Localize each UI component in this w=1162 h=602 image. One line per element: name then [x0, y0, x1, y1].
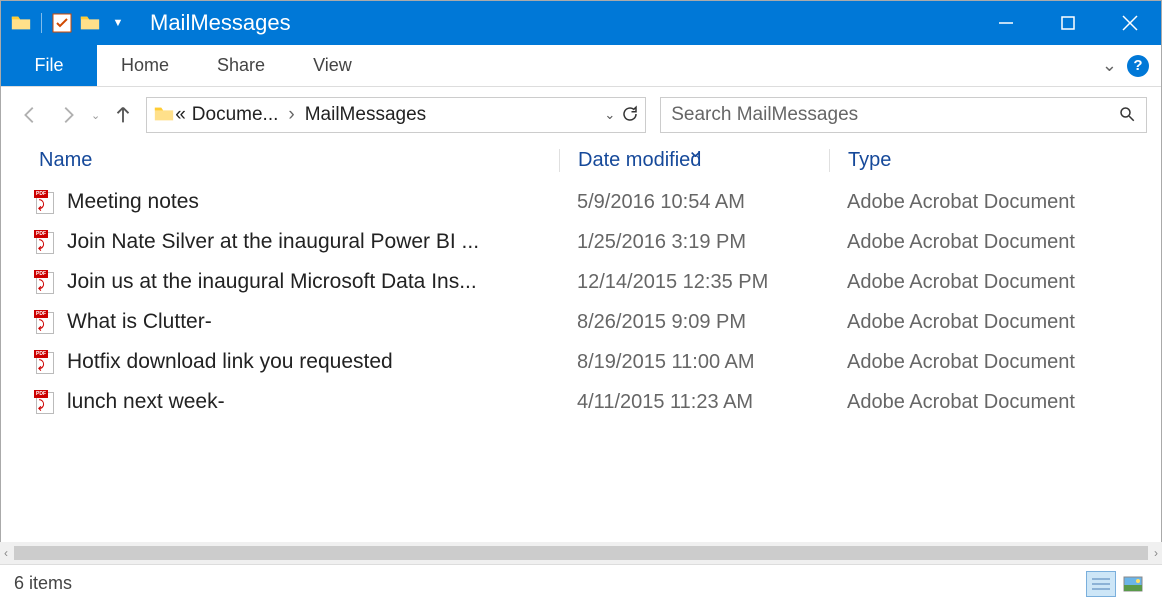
breadcrumb: « Docume... › MailMessages — [175, 104, 604, 126]
collapse-ribbon-icon[interactable]: ⌄ — [1102, 55, 1117, 76]
details-view-button[interactable] — [1086, 571, 1116, 597]
folder-icon — [9, 11, 33, 35]
address-bar[interactable]: « Docume... › MailMessages ⌄ — [146, 97, 646, 133]
pdf-icon: PDF⤸ — [31, 190, 57, 214]
statusbar: 6 items — [0, 564, 1162, 602]
file-type: Adobe Acrobat Document — [829, 271, 1145, 294]
dropdown-icon[interactable]: ▼ — [106, 11, 130, 35]
file-row[interactable]: PDF⤸ Hotfix download link you requested … — [31, 342, 1145, 382]
up-button[interactable] — [108, 100, 138, 130]
pdf-icon: PDF⤸ — [31, 270, 57, 294]
navigation-row: ⌄ « Docume... › MailMessages ⌄ — [1, 87, 1161, 143]
address-dropdown-icon[interactable]: ⌄ — [604, 107, 615, 123]
forward-button[interactable] — [53, 100, 83, 130]
crumb-documents[interactable]: Docume... — [192, 104, 279, 126]
file-date: 4/11/2015 11:23 AM — [559, 391, 829, 414]
file-type: Adobe Acrobat Document — [829, 351, 1145, 374]
crumb-mailmessages[interactable]: MailMessages — [305, 104, 426, 126]
ribbon-tabs: File Home Share View ⌄ ? — [1, 45, 1161, 87]
refresh-button[interactable] — [621, 105, 639, 126]
back-button[interactable] — [15, 100, 45, 130]
search-input[interactable] — [671, 104, 1118, 126]
window-controls — [975, 1, 1161, 45]
file-name: Join us at the inaugural Microsoft Data … — [57, 270, 559, 294]
scroll-thumb[interactable] — [14, 546, 1148, 560]
file-list: PDF⤸ Meeting notes 5/9/2016 10:54 AM Ado… — [1, 182, 1161, 422]
file-type: Adobe Acrobat Document — [829, 311, 1145, 334]
column-name[interactable]: Name — [39, 149, 559, 172]
file-date: 1/25/2016 3:19 PM — [559, 231, 829, 254]
file-row[interactable]: PDF⤸ lunch next week- 4/11/2015 11:23 AM… — [31, 382, 1145, 422]
file-type: Adobe Acrobat Document — [829, 231, 1145, 254]
file-name: lunch next week- — [57, 390, 559, 414]
new-folder-icon[interactable] — [78, 11, 102, 35]
scroll-left-icon[interactable]: ‹ — [4, 546, 8, 560]
file-name: What is Clutter- — [57, 310, 559, 334]
quick-access-toolbar: ▼ — [1, 11, 130, 35]
chevron-right-icon[interactable]: › — [288, 104, 294, 126]
file-name: Meeting notes — [57, 190, 559, 214]
breadcrumb-ellipsis[interactable]: « — [175, 104, 186, 126]
tab-home[interactable]: Home — [97, 45, 193, 86]
file-name: Join Nate Silver at the inaugural Power … — [57, 230, 559, 254]
window-title: MailMessages — [150, 10, 291, 36]
tab-file[interactable]: File — [1, 45, 97, 86]
folder-icon — [153, 103, 175, 128]
help-button[interactable]: ? — [1127, 55, 1149, 77]
ribbon-right: ⌄ ? — [1102, 45, 1161, 86]
search-icon[interactable] — [1118, 105, 1136, 126]
file-row[interactable]: PDF⤸ Join us at the inaugural Microsoft … — [31, 262, 1145, 302]
file-date: 8/26/2015 9:09 PM — [559, 311, 829, 334]
titlebar: ▼ MailMessages — [1, 1, 1161, 45]
close-button[interactable] — [1099, 1, 1161, 45]
file-date: 5/9/2016 10:54 AM — [559, 191, 829, 214]
recent-dropdown-icon[interactable]: ⌄ — [91, 109, 100, 122]
minimize-button[interactable] — [975, 1, 1037, 45]
maximize-button[interactable] — [1037, 1, 1099, 45]
properties-icon[interactable] — [50, 11, 74, 35]
file-row[interactable]: PDF⤸ Join Nate Silver at the inaugural P… — [31, 222, 1145, 262]
view-buttons — [1086, 571, 1148, 597]
pdf-icon: PDF⤸ — [31, 350, 57, 374]
sort-indicator-icon: ⌄ — [687, 138, 704, 163]
tab-share[interactable]: Share — [193, 45, 289, 86]
thumbnails-view-button[interactable] — [1118, 571, 1148, 597]
pdf-icon: PDF⤸ — [31, 390, 57, 414]
search-box[interactable] — [660, 97, 1147, 133]
item-count: 6 items — [14, 573, 72, 594]
tab-view[interactable]: View — [289, 45, 376, 86]
file-row[interactable]: PDF⤸ Meeting notes 5/9/2016 10:54 AM Ado… — [31, 182, 1145, 222]
file-date: 8/19/2015 11:00 AM — [559, 351, 829, 374]
divider — [41, 13, 42, 33]
column-header: ⌄ Name Date modified Type — [1, 143, 1161, 182]
file-row[interactable]: PDF⤸ What is Clutter- 8/26/2015 9:09 PM … — [31, 302, 1145, 342]
file-date: 12/14/2015 12:35 PM — [559, 271, 829, 294]
horizontal-scrollbar[interactable]: ‹ › — [0, 542, 1162, 564]
file-type: Adobe Acrobat Document — [829, 191, 1145, 214]
pdf-icon: PDF⤸ — [31, 310, 57, 334]
file-type: Adobe Acrobat Document — [829, 391, 1145, 414]
pdf-icon: PDF⤸ — [31, 230, 57, 254]
scroll-right-icon[interactable]: › — [1154, 546, 1158, 560]
column-type[interactable]: Type — [829, 149, 1145, 172]
file-name: Hotfix download link you requested — [57, 350, 559, 374]
